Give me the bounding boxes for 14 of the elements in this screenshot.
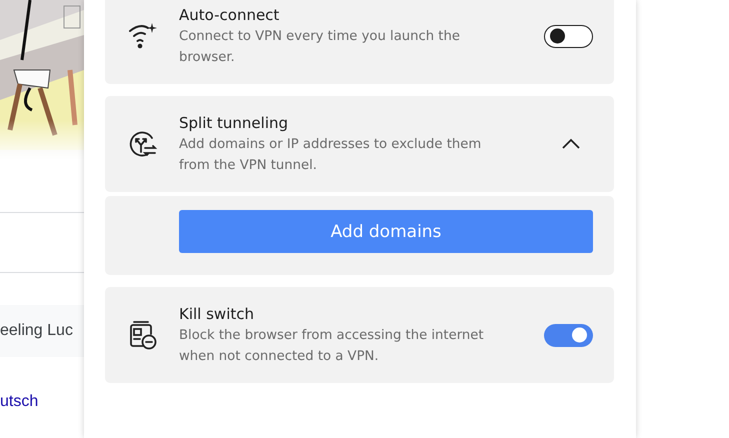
- search-button[interactable]: eeling Luc: [0, 305, 84, 357]
- wifi-sparkle-icon: [128, 22, 158, 50]
- setting-description: Block the browser from accessing the internet when not connected to a VPN.: [179, 327, 485, 366]
- setting-title: Split tunneling: [179, 113, 290, 134]
- toggle-switch[interactable]: [544, 324, 593, 346]
- split-arrows-icon: [128, 130, 158, 158]
- language-link[interactable]: utsch: [0, 393, 38, 411]
- setting-title: Auto-connect: [179, 5, 280, 26]
- setting-title: Kill switch: [179, 304, 255, 325]
- toggle-switch[interactable]: [544, 24, 593, 48]
- blocked-window-icon: [128, 320, 158, 350]
- setting-description: Connect to VPN every time you launch the browser.: [179, 28, 461, 67]
- setting-description: Add domains or IP addresses to exclude them from the VPN tunnel.: [179, 136, 482, 175]
- chevron-up-icon[interactable]: [561, 138, 581, 150]
